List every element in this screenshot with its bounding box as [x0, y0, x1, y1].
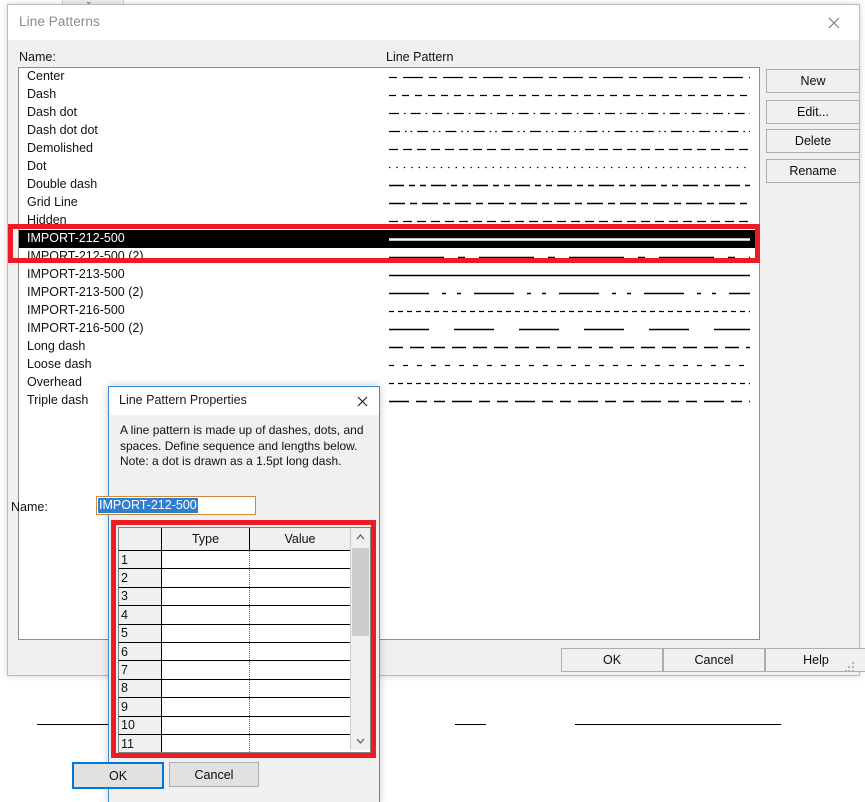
name-label: Name: [11, 500, 48, 514]
screen-root: ⌄ Line Patterns Name: Line Pattern Cente… [0, 0, 865, 802]
line-pattern-preview [387, 86, 752, 104]
list-item-label: IMPORT-213-500 [27, 267, 125, 281]
list-item-label: IMPORT-213-500 (2) [27, 285, 144, 299]
line-pattern-preview [387, 104, 752, 122]
list-item[interactable]: Center [19, 68, 759, 86]
resize-grip-icon[interactable] [845, 662, 855, 672]
page-title: Line Patterns [19, 14, 100, 29]
line-pattern-preview [387, 122, 752, 140]
column-header-name: Name: [19, 50, 56, 64]
line-pattern-preview [387, 356, 752, 374]
list-item-label: Dash dot dot [27, 123, 98, 137]
line-pattern-preview [387, 302, 752, 320]
list-item[interactable]: Demolished [19, 140, 759, 158]
list-item[interactable]: Loose dash [19, 356, 759, 374]
list-item-label: Long dash [27, 339, 86, 353]
line-pattern-preview [387, 266, 752, 284]
list-item[interactable]: Grid Line [19, 194, 759, 212]
line-pattern-preview [387, 374, 752, 392]
list-item-label: IMPORT-216-500 [27, 303, 125, 317]
list-item-label: Loose dash [27, 357, 92, 371]
line-patterns-titlebar: Line Patterns [8, 5, 859, 41]
line-pattern-preview [387, 140, 752, 158]
list-item-label: Center [27, 69, 65, 83]
new-button[interactable]: New [766, 69, 860, 93]
background-line [455, 724, 486, 725]
line-pattern-preview [387, 284, 752, 302]
column-header-line-pattern: Line Pattern [386, 50, 454, 64]
background-line [575, 724, 781, 725]
list-item[interactable]: IMPORT-216-500 [19, 302, 759, 320]
list-item-label: Dot [27, 159, 47, 173]
properties-ok-button[interactable]: OK [72, 762, 164, 789]
line-pattern-preview [387, 320, 752, 338]
properties-titlebar: Line Pattern Properties [109, 387, 379, 415]
list-item[interactable]: IMPORT-213-500 [19, 266, 759, 284]
close-icon[interactable] [349, 390, 375, 412]
line-pattern-preview [387, 158, 752, 176]
properties-description: A line pattern is made up of dashes, dot… [120, 423, 364, 468]
list-item-label: Grid Line [27, 195, 78, 209]
list-item[interactable]: Long dash [19, 338, 759, 356]
list-item-label: Overhead [27, 375, 82, 389]
close-icon[interactable] [817, 11, 851, 35]
list-item[interactable]: Dot [19, 158, 759, 176]
line-pattern-preview [387, 194, 752, 212]
background-line [37, 724, 111, 725]
list-item[interactable]: IMPORT-213-500 (2) [19, 284, 759, 302]
rename-button[interactable]: Rename [766, 159, 860, 183]
list-item[interactable]: IMPORT-216-500 (2) [19, 320, 759, 338]
list-item[interactable]: Double dash [19, 176, 759, 194]
delete-button[interactable]: Delete [766, 129, 860, 153]
list-item-label: IMPORT-216-500 (2) [27, 321, 144, 335]
line-pattern-preview [387, 68, 752, 86]
line-pattern-preview [387, 176, 752, 194]
line-pattern-preview [387, 392, 752, 410]
list-item-label: Demolished [27, 141, 94, 155]
list-item-label: Triple dash [27, 393, 89, 407]
cancel-button[interactable]: Cancel [663, 648, 765, 672]
list-item-label: Double dash [27, 177, 98, 191]
line-pattern-preview [387, 338, 752, 356]
ok-button[interactable]: OK [561, 648, 663, 672]
edit-button[interactable]: Edit... [766, 100, 860, 124]
properties-title: Line Pattern Properties [119, 393, 247, 407]
list-item-label: Dash [27, 87, 57, 101]
properties-cancel-button[interactable]: Cancel [169, 762, 259, 787]
list-item[interactable]: Dash [19, 86, 759, 104]
annotation-box-definition-table [111, 520, 376, 758]
list-item[interactable]: Dash dot [19, 104, 759, 122]
list-item[interactable]: Dash dot dot [19, 122, 759, 140]
annotation-box-selected-rows [8, 224, 760, 263]
name-input-value: IMPORT-212-500 [98, 498, 198, 513]
list-item-label: Dash dot [27, 105, 78, 119]
